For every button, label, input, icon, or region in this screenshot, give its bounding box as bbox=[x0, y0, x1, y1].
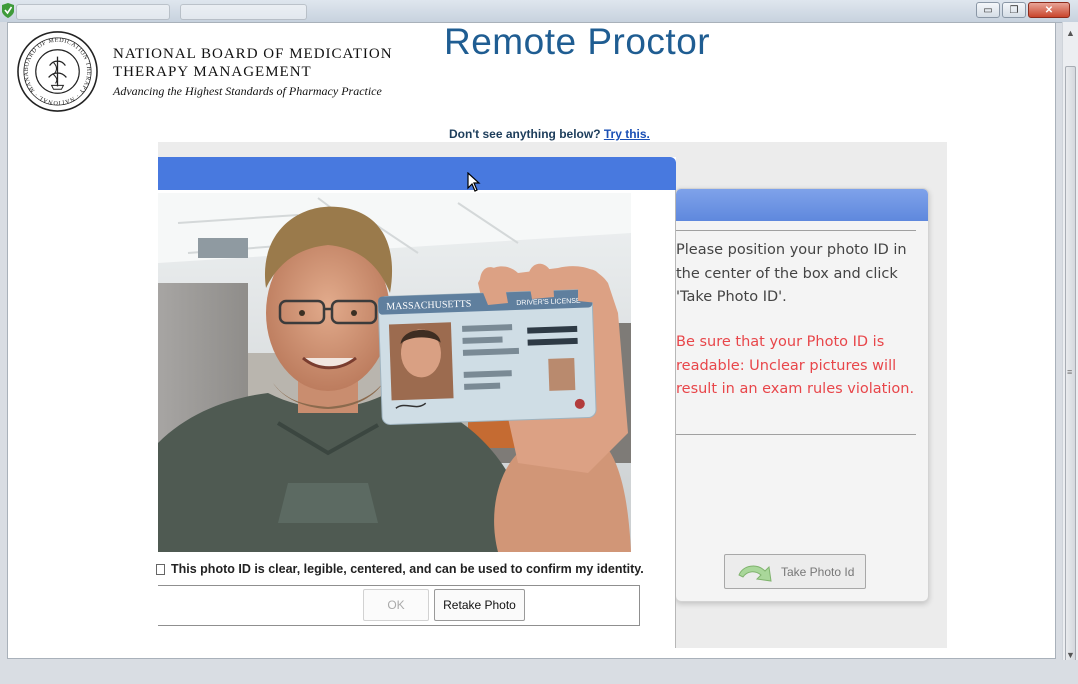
vertical-scrollbar[interactable]: ▲ ≡ ▼ bbox=[1062, 22, 1078, 666]
take-photo-id-button[interactable]: Take Photo Id bbox=[724, 554, 866, 589]
try-this-link[interactable]: Try this. bbox=[604, 127, 650, 141]
dialog-border bbox=[675, 190, 676, 648]
retake-photo-button[interactable]: Retake Photo bbox=[434, 589, 525, 621]
scrollbar-thumb[interactable] bbox=[1065, 66, 1076, 662]
confirm-identity-checkbox[interactable] bbox=[156, 563, 165, 575]
org-name-line1: NATIONAL BOARD OF MEDICATION bbox=[113, 46, 393, 62]
divider bbox=[676, 230, 916, 231]
help-line: Don't see anything below? Try this. bbox=[449, 127, 650, 141]
position-instructions: Please position your photo ID in the cen… bbox=[676, 242, 907, 305]
confirm-identity-label: This photo ID is clear, legible, centere… bbox=[171, 562, 644, 576]
window-frame-left bbox=[0, 22, 7, 662]
close-button[interactable]: ✕ bbox=[1028, 2, 1070, 18]
webcam-photo: MASSACHUSETTS DRIVER'S LICENSE bbox=[158, 193, 631, 552]
restore-button[interactable]: ❐ bbox=[1002, 2, 1026, 18]
page-content: BOARD OF MEDICATION THERAPY · NATIONAL ·… bbox=[7, 22, 1056, 659]
ok-button[interactable]: OK bbox=[363, 589, 429, 621]
scroll-up-arrow-icon[interactable]: ▲ bbox=[1066, 28, 1075, 38]
window-controls: ▭ ❐ ✕ bbox=[976, 2, 1070, 18]
browser-tab-1[interactable] bbox=[16, 4, 170, 20]
instruction-panel-header bbox=[676, 189, 928, 221]
window-status-bar bbox=[0, 660, 1078, 684]
minimize-button[interactable]: ▭ bbox=[976, 2, 1000, 18]
confirm-identity-row[interactable]: This photo ID is clear, legible, centere… bbox=[156, 562, 644, 576]
shield-check-icon bbox=[2, 3, 14, 18]
organization-name: NATIONAL BOARD OF MEDICATION THERAPY MAN… bbox=[113, 45, 393, 99]
help-text: Don't see anything below? bbox=[449, 127, 601, 141]
mouse-cursor-icon bbox=[467, 172, 481, 192]
window-titlebar: ▭ ❐ ✕ bbox=[0, 0, 1078, 23]
instruction-panel: Please position your photo ID in the cen… bbox=[675, 188, 929, 602]
org-name-line2: THERAPY MANAGEMENT bbox=[113, 64, 312, 80]
divider bbox=[676, 434, 916, 435]
curved-arrow-icon bbox=[738, 565, 772, 582]
scroll-grip-icon: ≡ bbox=[1067, 367, 1073, 377]
org-tagline: Advancing the Highest Standards of Pharm… bbox=[113, 84, 382, 98]
proctor-stage: Please position your photo ID in the cen… bbox=[156, 142, 947, 648]
scroll-down-arrow-icon[interactable]: ▼ bbox=[1066, 650, 1075, 660]
take-photo-id-label: Take Photo Id bbox=[781, 564, 855, 579]
photo-capture-dialog: MASSACHUSETTS DRIVER'S LICENSE This phot… bbox=[156, 157, 676, 648]
dialog-button-bar: OK Retake Photo bbox=[158, 585, 640, 626]
nbmtm-seal-logo: BOARD OF MEDICATION THERAPY · NATIONAL ·… bbox=[16, 30, 98, 112]
page-title: Remote Proctor bbox=[444, 22, 711, 62]
browser-tab-2[interactable] bbox=[180, 4, 307, 20]
readability-warning: Be sure that your Photo ID is readable: … bbox=[676, 334, 915, 397]
dialog-title-bar[interactable] bbox=[158, 157, 676, 190]
